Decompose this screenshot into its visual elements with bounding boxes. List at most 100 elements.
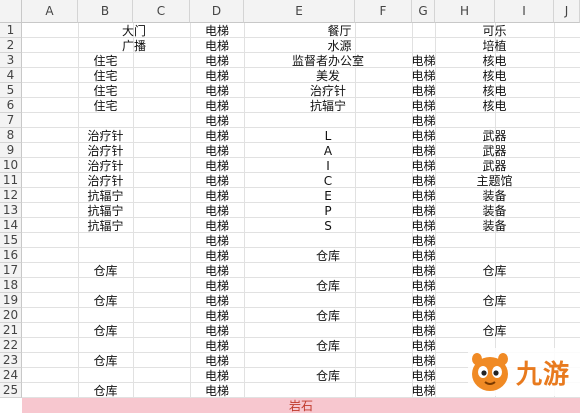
- cell-r4-g[interactable]: 电梯: [412, 68, 436, 83]
- column-header-d[interactable]: D: [190, 0, 244, 23]
- cell-r17-d[interactable]: 电梯: [190, 263, 244, 278]
- row-header-8[interactable]: 8: [0, 128, 22, 143]
- cell-r2-d[interactable]: 电梯: [190, 38, 244, 53]
- cell-r10-g[interactable]: 电梯: [412, 158, 436, 173]
- row-header-16[interactable]: 16: [0, 248, 22, 263]
- cell-r9-g[interactable]: 电梯: [412, 143, 436, 158]
- cell-r15-d[interactable]: 电梯: [190, 233, 244, 248]
- cell-r5-g[interactable]: 电梯: [412, 83, 436, 98]
- cell-r6-e[interactable]: 抗辐宁: [244, 98, 412, 113]
- cell-r24-g[interactable]: 电梯: [412, 368, 436, 383]
- cell-r16-e[interactable]: 仓库: [244, 248, 412, 263]
- column-header-g[interactable]: G: [412, 0, 435, 23]
- cell-r19-d[interactable]: 电梯: [190, 293, 244, 308]
- cell-r17-b[interactable]: 仓库: [78, 263, 133, 278]
- cell-r4-h[interactable]: 核电: [435, 68, 554, 83]
- row-header-3[interactable]: 3: [0, 53, 22, 68]
- row-header-22[interactable]: 22: [0, 338, 22, 353]
- row-header-10[interactable]: 10: [0, 158, 22, 173]
- cell-r3-h[interactable]: 核电: [435, 53, 554, 68]
- cell-r14-e[interactable]: S: [244, 218, 412, 233]
- cell-r7-g[interactable]: 电梯: [412, 113, 436, 128]
- cell-r16-d[interactable]: 电梯: [190, 248, 244, 263]
- cell-r23-d[interactable]: 电梯: [190, 353, 244, 368]
- cell-r14-b[interactable]: 抗辐宁: [78, 218, 133, 233]
- cell-r8-g[interactable]: 电梯: [412, 128, 436, 143]
- cell-r15-g[interactable]: 电梯: [412, 233, 436, 248]
- cell-r9-h[interactable]: 武器: [435, 143, 554, 158]
- cell-r3-e[interactable]: 监督者办公室: [244, 53, 412, 68]
- cell-r8-e[interactable]: L: [244, 128, 412, 143]
- column-header-e[interactable]: E: [244, 0, 355, 23]
- row-header-1[interactable]: 1: [0, 23, 22, 38]
- column-header-f[interactable]: F: [355, 0, 412, 23]
- cell-r13-d[interactable]: 电梯: [190, 203, 244, 218]
- cell-r3-g[interactable]: 电梯: [412, 53, 436, 68]
- cell-r7-d[interactable]: 电梯: [190, 113, 244, 128]
- row-header-5[interactable]: 5: [0, 83, 22, 98]
- cell-r25-d[interactable]: 电梯: [190, 383, 244, 398]
- cell-r9-e[interactable]: A: [244, 143, 412, 158]
- row-header-4[interactable]: 4: [0, 68, 22, 83]
- row-header-11[interactable]: 11: [0, 173, 22, 188]
- cell-r13-g[interactable]: 电梯: [412, 203, 436, 218]
- row-header-23[interactable]: 23: [0, 353, 22, 368]
- cell-r6-h[interactable]: 核电: [435, 98, 554, 113]
- column-header-j[interactable]: J: [554, 0, 580, 23]
- cell-r8-h[interactable]: 武器: [435, 128, 554, 143]
- row-header-7[interactable]: 7: [0, 113, 22, 128]
- cell-r19-b[interactable]: 仓库: [78, 293, 133, 308]
- cell-r12-h[interactable]: 装备: [435, 188, 554, 203]
- column-header-i[interactable]: I: [495, 0, 554, 23]
- cell-r19-g[interactable]: 电梯: [412, 293, 436, 308]
- cell-r12-e[interactable]: E: [244, 188, 412, 203]
- column-header-c[interactable]: C: [133, 0, 190, 23]
- cell-r4-d[interactable]: 电梯: [190, 68, 244, 83]
- row-header-18[interactable]: 18: [0, 278, 22, 293]
- cell-r4-e[interactable]: 美发: [244, 68, 412, 83]
- row-header-25[interactable]: 25: [0, 383, 22, 398]
- cell-r11-h[interactable]: 主题馆: [435, 173, 554, 188]
- cell-r10-e[interactable]: I: [244, 158, 412, 173]
- cell-r23-b[interactable]: 仓库: [78, 353, 133, 368]
- row-header-21[interactable]: 21: [0, 323, 22, 338]
- cell-r6-b[interactable]: 住宅: [78, 98, 133, 113]
- cell-r11-g[interactable]: 电梯: [412, 173, 436, 188]
- row-header-17[interactable]: 17: [0, 263, 22, 278]
- cell-r13-e[interactable]: P: [244, 203, 412, 218]
- cell-r20-d[interactable]: 电梯: [190, 308, 244, 323]
- cell-r12-g[interactable]: 电梯: [412, 188, 436, 203]
- cell-r4-b[interactable]: 住宅: [78, 68, 133, 83]
- cell-r19-h[interactable]: 仓库: [435, 293, 554, 308]
- row-header-6[interactable]: 6: [0, 98, 22, 113]
- cell-r17-h[interactable]: 仓库: [435, 263, 554, 278]
- cell-r8-b[interactable]: 治疗针: [78, 128, 133, 143]
- column-header-b[interactable]: B: [78, 0, 133, 23]
- cell-r21-h[interactable]: 仓库: [435, 323, 554, 338]
- row-header-24[interactable]: 24: [0, 368, 22, 383]
- cell-r22-d[interactable]: 电梯: [190, 338, 244, 353]
- cell-r20-g[interactable]: 电梯: [412, 308, 436, 323]
- cell-r9-d[interactable]: 电梯: [190, 143, 244, 158]
- cell-r5-h[interactable]: 核电: [435, 83, 554, 98]
- cell-r14-d[interactable]: 电梯: [190, 218, 244, 233]
- row-header-12[interactable]: 12: [0, 188, 22, 203]
- cell-r6-d[interactable]: 电梯: [190, 98, 244, 113]
- column-header-a[interactable]: A: [22, 0, 78, 23]
- cell-r11-e[interactable]: C: [244, 173, 412, 188]
- column-header-h[interactable]: H: [435, 0, 495, 23]
- cell-r20-e[interactable]: 仓库: [244, 308, 412, 323]
- cell-r14-h[interactable]: 装备: [435, 218, 554, 233]
- cell-r18-e[interactable]: 仓库: [244, 278, 412, 293]
- cell-r17-g[interactable]: 电梯: [412, 263, 436, 278]
- cell-r9-b[interactable]: 治疗针: [78, 143, 133, 158]
- cell-r25-b[interactable]: 仓库: [78, 383, 133, 398]
- cell-r13-b[interactable]: 抗辐宁: [78, 203, 133, 218]
- cell-r10-b[interactable]: 治疗针: [78, 158, 133, 173]
- cell-r1-e[interactable]: 餐厅: [244, 23, 435, 38]
- cell-r5-b[interactable]: 住宅: [78, 83, 133, 98]
- cell-r2-b[interactable]: 广播: [78, 38, 190, 53]
- cell-r10-h[interactable]: 武器: [435, 158, 554, 173]
- cell-r11-b[interactable]: 治疗针: [78, 173, 133, 188]
- row-header-15[interactable]: 15: [0, 233, 22, 248]
